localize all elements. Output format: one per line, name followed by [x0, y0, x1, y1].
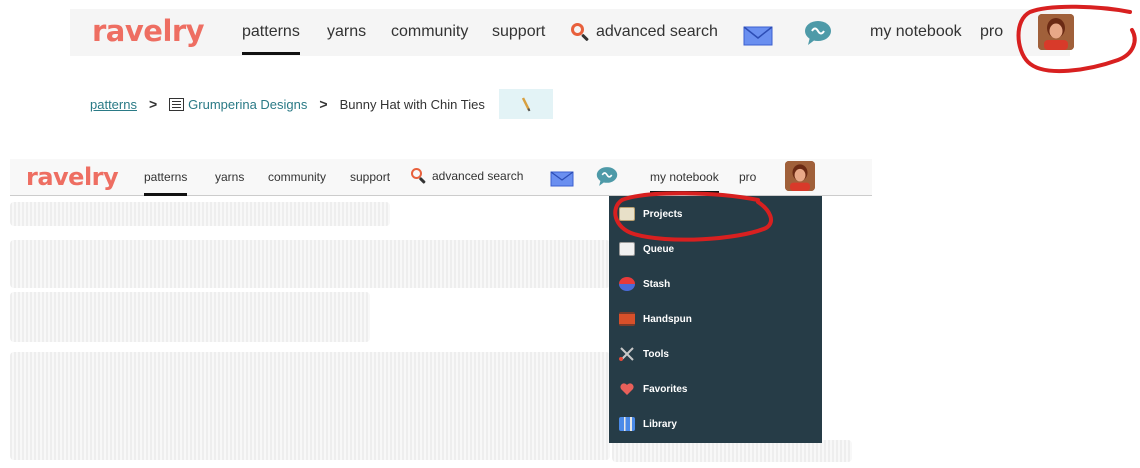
redacted-content: [612, 440, 852, 462]
nav-support[interactable]: support: [492, 23, 545, 41]
nav-my-notebook[interactable]: my notebook: [650, 170, 719, 194]
nav-patterns[interactable]: patterns: [144, 170, 188, 196]
nav-support[interactable]: support: [350, 170, 390, 184]
library-icon: [619, 417, 635, 431]
breadcrumb-designer[interactable]: Grumperina Designs: [188, 97, 307, 112]
nav-my-notebook[interactable]: my notebook: [870, 23, 962, 41]
menu-item-tools[interactable]: Tools: [619, 342, 669, 366]
user-avatar[interactable]: [1038, 14, 1074, 50]
notebook-dropdown-menu: Projects Queue Stash Handspun Tools Favo…: [609, 196, 822, 443]
breadcrumb-patterns[interactable]: patterns: [90, 97, 137, 112]
nav-yarns[interactable]: yarns: [327, 23, 366, 41]
menu-item-library[interactable]: Library: [619, 412, 677, 436]
main-nav-bar: ravelry patterns yarns community support…: [70, 9, 1074, 56]
nav-yarns[interactable]: yarns: [215, 170, 244, 184]
redacted-content: [10, 202, 390, 226]
menu-item-favorites[interactable]: Favorites: [619, 377, 687, 401]
ravelry-logo[interactable]: ravelry: [26, 163, 119, 191]
heart-icon: [620, 383, 634, 395]
search-icon: [570, 22, 592, 42]
breadcrumb: patterns > Grumperina Designs > Bunny Ha…: [90, 89, 553, 119]
queue-icon: [619, 242, 635, 256]
redacted-content: [10, 352, 610, 460]
pencil-icon: [521, 97, 531, 112]
nav-community[interactable]: community: [268, 170, 326, 184]
nav-pro[interactable]: pro: [980, 23, 1003, 41]
menu-item-queue[interactable]: Queue: [619, 237, 674, 261]
nav-pro[interactable]: pro: [739, 170, 756, 184]
breadcrumb-pattern-name: Bunny Hat with Chin Ties: [339, 96, 485, 112]
edit-button[interactable]: [498, 89, 553, 119]
mail-icon[interactable]: [743, 26, 773, 46]
search-icon: [410, 167, 428, 184]
user-avatar[interactable]: [785, 161, 815, 191]
chevron-right-icon: >: [148, 96, 158, 112]
nav-patterns[interactable]: patterns: [242, 23, 300, 55]
redacted-content: [10, 292, 370, 342]
menu-item-handspun[interactable]: Handspun: [619, 307, 692, 331]
advanced-search-link[interactable]: advanced search: [570, 22, 718, 42]
tools-icon: [619, 347, 634, 361]
projects-icon: [619, 207, 635, 221]
main-nav-bar-expanded: ravelry patterns yarns community support…: [10, 159, 872, 196]
handspun-icon: [619, 312, 635, 326]
nav-community[interactable]: community: [391, 23, 468, 41]
forum-bubble-icon[interactable]: [804, 20, 832, 46]
advanced-search-label: advanced search: [432, 168, 524, 183]
mail-icon[interactable]: [550, 171, 574, 187]
advanced-search-label: advanced search: [596, 23, 718, 40]
document-icon: [169, 97, 185, 111]
ravelry-logo[interactable]: ravelry: [92, 14, 205, 48]
stash-icon: [619, 277, 635, 291]
menu-item-stash[interactable]: Stash: [619, 272, 670, 296]
chevron-right-icon: >: [319, 96, 328, 112]
redacted-content: [10, 240, 610, 288]
forum-bubble-icon[interactable]: [596, 166, 618, 187]
advanced-search-link[interactable]: advanced search: [410, 167, 523, 184]
menu-item-projects[interactable]: Projects: [619, 202, 682, 226]
